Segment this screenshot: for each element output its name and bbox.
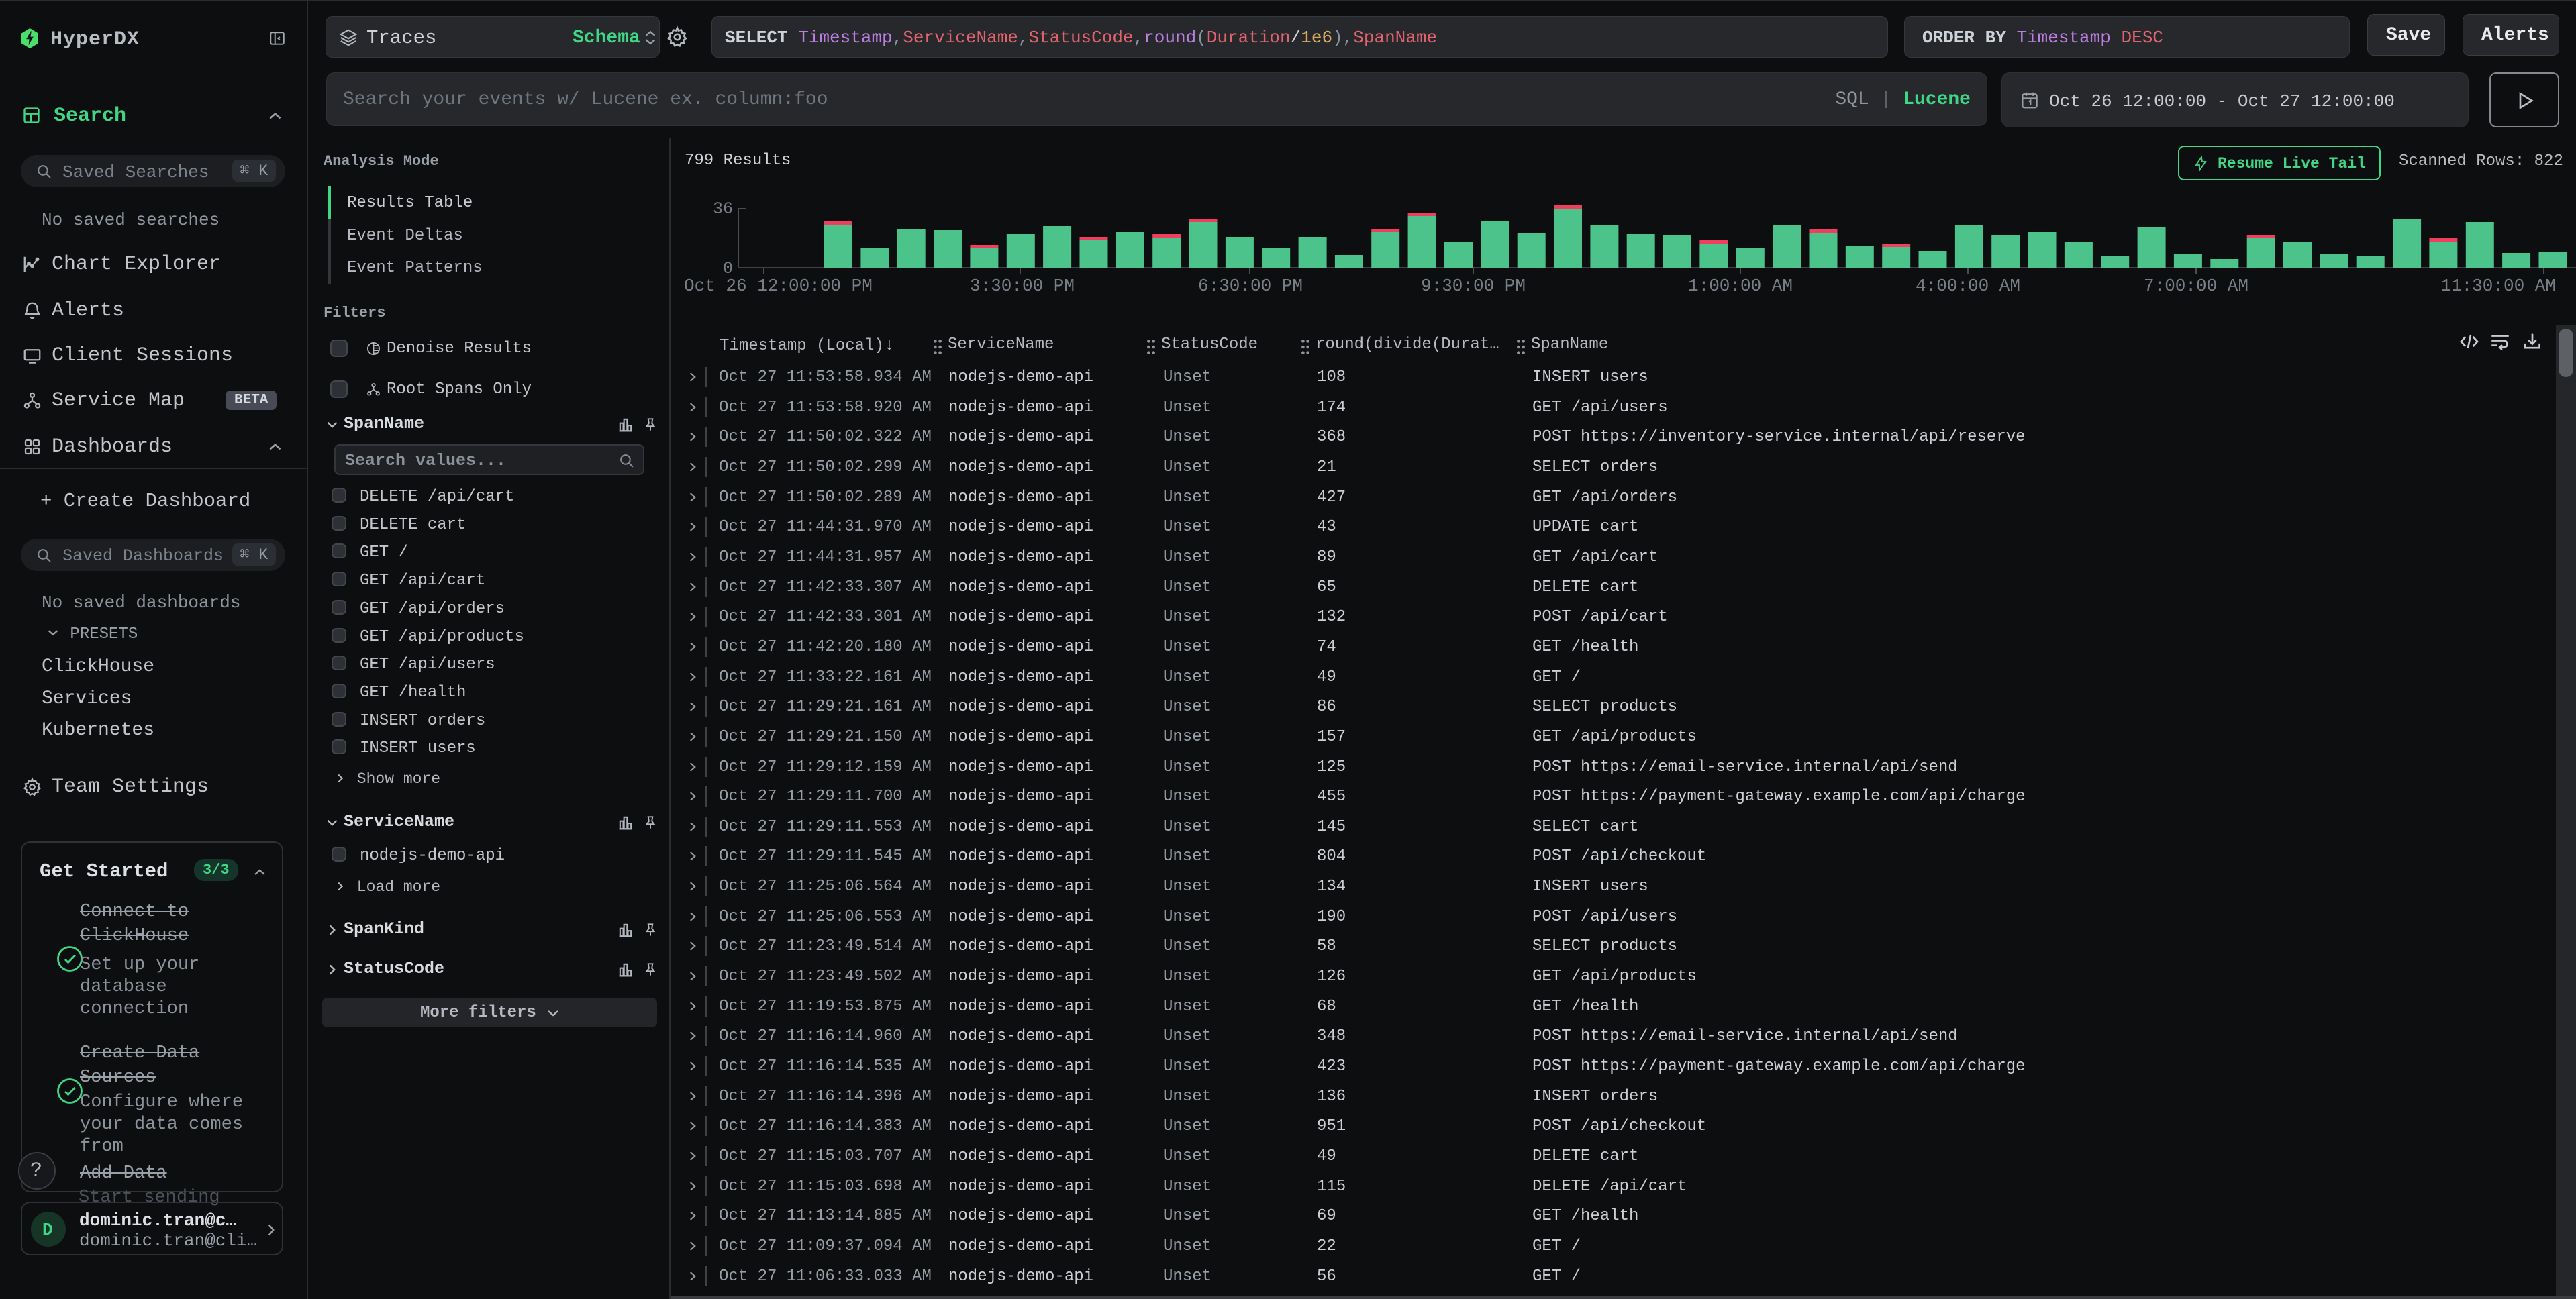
svg-text:36: 36 — [713, 199, 733, 219]
svg-text:1:00:00 AM: 1:00:00 AM — [1688, 276, 1793, 296]
svg-text:9:30:00 PM: 9:30:00 PM — [1421, 276, 1526, 296]
svg-text:3:30:00 PM: 3:30:00 PM — [970, 276, 1075, 296]
svg-text:6:30:00 PM: 6:30:00 PM — [1198, 276, 1303, 296]
svg-text:11:30:00 AM: 11:30:00 AM — [2440, 276, 2556, 296]
svg-text:7:00:00 AM: 7:00:00 AM — [2144, 276, 2248, 296]
svg-text:4:00:00 AM: 4:00:00 AM — [1916, 276, 2020, 296]
svg-text:Oct 26 12:00:00 PM: Oct 26 12:00:00 PM — [684, 276, 873, 296]
